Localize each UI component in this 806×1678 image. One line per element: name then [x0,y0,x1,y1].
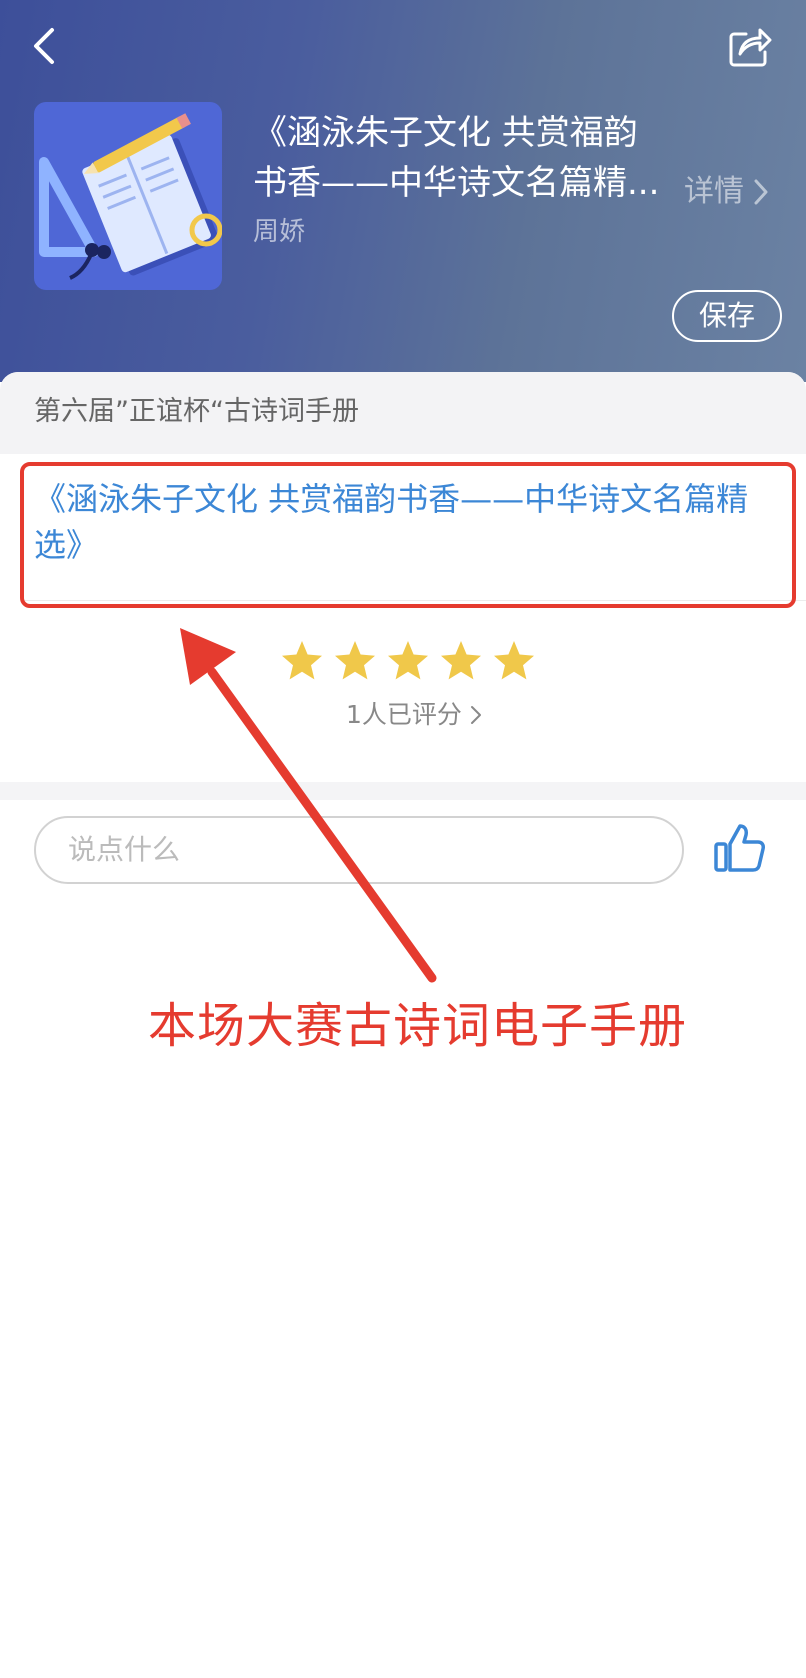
chevron-left-icon [34,28,54,64]
section-header: 第六届”正谊杯“古诗词手册 [0,372,806,454]
comment-input[interactable]: 说点什么 [34,816,684,884]
thumbs-up-icon [714,824,765,872]
section-separator [0,782,806,800]
save-button[interactable]: 保存 [672,290,782,342]
author-name: 周娇 [253,217,306,247]
chevron-right-icon [754,179,768,205]
rating-count-link[interactable]: 1人已评分 [346,698,482,732]
chevron-right-icon [470,706,481,724]
share-icon [729,28,772,67]
like-button[interactable] [712,820,768,876]
star-icon[interactable] [439,638,483,682]
share-button[interactable] [726,22,774,70]
album-title-line-2: 书香——中华诗文名篇精... [253,163,660,203]
highlight-box [20,462,796,608]
star-icon[interactable] [333,638,377,682]
star-icon[interactable] [492,638,536,682]
star-icon[interactable] [280,638,324,682]
album-header: 《涵泳朱子文化 共赏福韵 书香——中华诗文名篇精... 周娇 详情 保存 [0,0,806,382]
annotation-caption: 本场大赛古诗词电子手册 [148,998,688,1054]
details-link[interactable]: 详情 [684,172,770,212]
album-cover-image [34,102,222,290]
star-icon[interactable] [386,638,430,682]
album-title-line-1: 《涵泳朱子文化 共赏福韵 [253,113,638,153]
back-button[interactable] [26,22,66,70]
album-title: 《涵泳朱子文化 共赏福韵 书香——中华诗文名篇精... [253,108,673,208]
details-label: 详情 [684,174,744,209]
star-rating[interactable] [280,638,536,682]
section-header-label: 第六届”正谊杯“古诗词手册 [34,396,359,427]
rating-count-label: 1人已评分 [346,700,462,729]
